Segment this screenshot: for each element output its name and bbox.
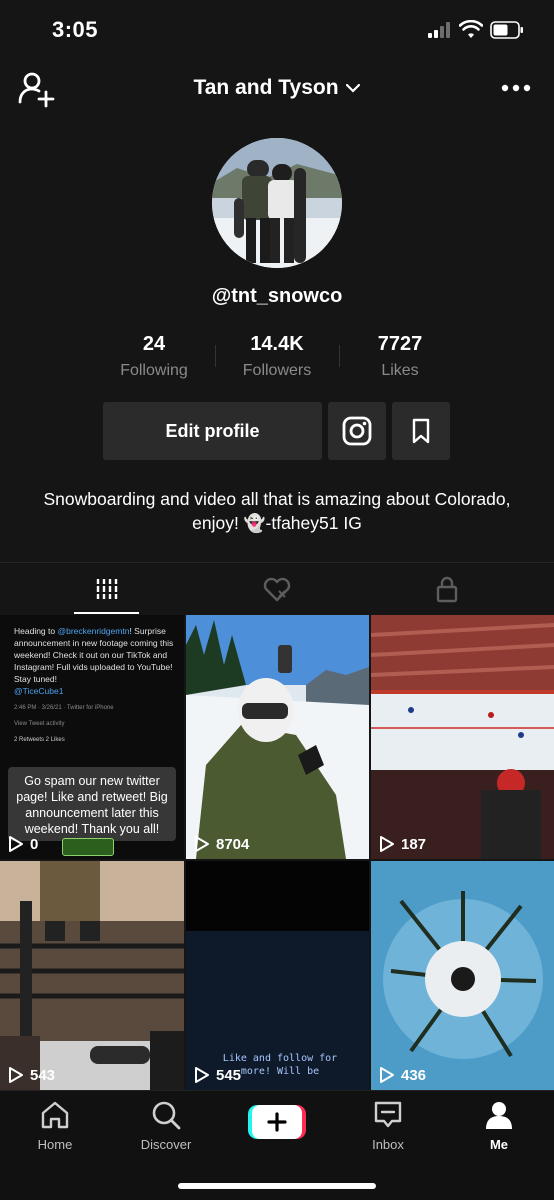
video-grid: Heading to @breckenridgemtn! Surprise an… [0,615,554,1090]
followers-stat[interactable]: 14.4K Followers [217,333,337,380]
profile-icon [486,1102,512,1129]
account-switcher[interactable]: Tan and Tyson [0,76,554,100]
tweet-text: Heading to @breckenridgemtn! Surprise an… [14,626,174,696]
video-caption-overlay: Go spam our new twitter page! Like and r… [8,767,176,841]
liked-videos-tab-icon[interactable] [262,575,292,603]
bookmark-icon [412,418,430,444]
likes-label: Likes [381,362,419,379]
nav-discover[interactable]: Discover [126,1099,206,1152]
tweet-handle-link: @TiceCube1 [14,686,64,696]
wifi-icon [459,20,483,38]
play-icon [9,836,23,852]
nav-inbox-label: Inbox [372,1137,404,1152]
play-icon [9,1067,23,1083]
inbox-icon [374,1101,402,1128]
videos-grid-tab-icon[interactable] [92,575,122,603]
view-count: 436 [379,1066,426,1084]
following-stat[interactable]: 24 Following [94,333,214,380]
tweet-mention-link: @breckenridgemtn [57,626,130,636]
avatar[interactable] [212,138,342,268]
instagram-icon [342,416,372,446]
instagram-button[interactable] [328,402,386,460]
video-thumbnail-image [371,615,554,859]
following-label: Following [120,362,188,379]
followers-count: 14.4K [250,333,304,355]
profile-tabs [0,562,554,614]
nav-inbox[interactable]: Inbox [348,1099,428,1152]
video-thumbnail-image [186,615,369,859]
play-icon [195,1067,209,1083]
username: @tnt_snowco [211,285,343,307]
cellular-signal-icon [428,22,452,38]
tweet-meta: 2:46 PM · 3/26/21 · Twitter for iPhone V… [14,705,114,743]
view-count: 543 [8,1066,55,1084]
home-icon [41,1101,69,1129]
profile-display-name: Tan and Tyson [193,76,339,99]
nav-me[interactable]: Me [459,1099,539,1152]
more-options-icon[interactable] [500,76,532,100]
video-thumbnail[interactable]: Heading to @breckenridgemtn! Surprise an… [0,615,184,859]
nav-home[interactable]: Home [15,1099,95,1152]
view-count: 0 [8,835,38,853]
view-count: 8704 [194,835,249,853]
stat-divider [215,345,216,367]
likes-count: 7727 [377,333,423,355]
following-count: 24 [142,333,166,355]
create-video-button[interactable] [248,1105,306,1139]
play-icon [195,836,209,852]
favorites-button[interactable] [392,402,450,460]
battery-icon [490,21,523,39]
active-tab-indicator [74,612,139,614]
view-count: 187 [379,835,426,853]
edit-profile-button[interactable]: Edit profile [103,402,322,460]
home-indicator [178,1183,376,1189]
play-icon [380,836,394,852]
nav-me-label: Me [489,1137,509,1152]
video-thumbnail[interactable]: Like and follow for more! Will be 545 [186,861,369,1090]
avatar-photo [212,138,342,268]
play-icon [380,1067,394,1083]
video-thumbnail-image [0,861,184,1090]
likes-stat[interactable]: 7727 Likes [340,333,460,380]
profile-header: Tan and Tyson [0,60,554,120]
search-icon [152,1101,181,1130]
video-thumbnail[interactable]: 187 [371,615,554,859]
chevron-down-icon [345,84,360,94]
followers-label: Followers [242,362,312,379]
video-thumbnail[interactable]: 543 [0,861,184,1090]
battery-sticker [62,838,114,856]
private-videos-tab-icon[interactable] [432,575,462,603]
video-thumbnail-image [371,861,554,1090]
profile-bio: Snowboarding and video all that is amazi… [43,489,511,533]
video-thumbnail[interactable]: 436 [371,861,554,1090]
view-count: 545 [194,1066,241,1084]
status-time: 3:05 [52,17,99,42]
status-bar: 3:05 [0,0,554,60]
video-thumbnail[interactable]: 8704 [186,615,369,859]
nav-discover-label: Discover [140,1137,192,1152]
nav-home-label: Home [37,1137,73,1152]
